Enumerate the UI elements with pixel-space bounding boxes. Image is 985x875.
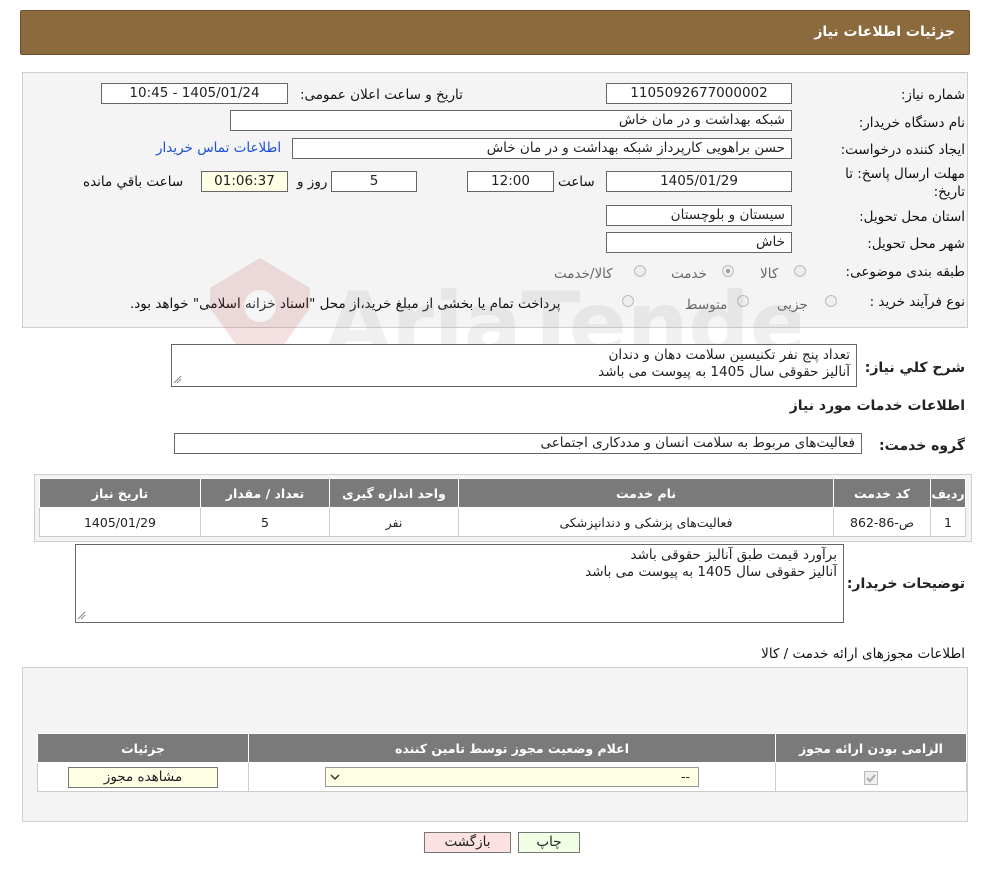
- deadline-time-label: ساعت: [558, 174, 595, 190]
- page-title: جزئیات اطلاعات نیاز: [814, 24, 955, 40]
- cell-date: 1405/01/29: [39, 507, 201, 537]
- cell-row: 1: [930, 507, 966, 537]
- resize-grip-icon[interactable]: [173, 375, 182, 384]
- licenses-table-header: الزامی بودن ارائه مجوز اعلام وضعیت مجوز …: [37, 733, 967, 763]
- city-label: شهر محل تحویل:: [867, 236, 965, 252]
- summary-line-2: آنالیز حقوقی سال 1405 به پیوست می باشد: [598, 364, 850, 380]
- summary-label: شرح کلي نياز:: [864, 360, 965, 376]
- licenses-section-title: اطلاعات مجوزهای ارائه خدمت / کالا: [761, 646, 965, 662]
- col-license-required: الزامی بودن ارائه مجوز: [775, 733, 967, 763]
- city-field: خاش: [606, 232, 792, 253]
- province-label: استان محل تحویل:: [859, 209, 965, 225]
- category-radio-service[interactable]: [722, 265, 734, 277]
- requester-label: ایجاد کننده درخواست:: [840, 142, 965, 158]
- col-row: ردیف: [930, 478, 966, 508]
- service-group-label: گروه خدمت:: [879, 438, 965, 454]
- print-button[interactable]: چاپ: [518, 832, 580, 853]
- need-number-label: شماره نیاز:: [900, 87, 965, 103]
- process-label: نوع فرآیند خرید :: [869, 294, 965, 310]
- buyer-org-field: شبکه بهداشت و در مان خاش: [230, 110, 792, 131]
- announce-date-label: تاریخ و ساعت اعلان عمومی:: [300, 87, 463, 103]
- buyer-org-label: نام دستگاه خریدار:: [858, 115, 965, 131]
- services-table: ردیف کد خدمت نام خدمت واحد اندازه گیری ت…: [39, 478, 966, 537]
- page-header: جزئیات اطلاعات نیاز: [20, 10, 970, 55]
- province-field: سیستان و بلوچستان: [606, 205, 792, 226]
- cell-license-status: --: [248, 762, 776, 792]
- days-remaining-field: 5: [331, 171, 417, 192]
- need-number-field: 1105092677000002: [606, 83, 792, 104]
- table-row: -- مشاهده مجوز: [37, 762, 967, 792]
- cell-code: ص-86-862: [833, 507, 931, 537]
- buyer-notes-line-2: آنالیز حقوقی سال 1405 به پیوست می باشد: [585, 564, 837, 580]
- category-option-goods-service: کالا/خدمت: [554, 266, 613, 282]
- days-label: روز و: [297, 174, 328, 190]
- col-date: تاریخ نیاز: [39, 478, 201, 508]
- deadline-date-field: 1405/01/29: [606, 171, 792, 192]
- back-button[interactable]: بازگشت: [424, 832, 511, 853]
- remaining-time-field: 01:06:37: [201, 171, 288, 192]
- buyer-contact-link[interactable]: اطلاعات تماس خریدار: [156, 140, 281, 156]
- cell-license-details: مشاهده مجوز: [37, 762, 249, 792]
- category-option-service: خدمت: [671, 266, 707, 282]
- service-group-field: فعالیت‌های مربوط به سلامت انسان و مددکار…: [174, 433, 862, 454]
- licenses-table: الزامی بودن ارائه مجوز اعلام وضعیت مجوز …: [37, 733, 967, 792]
- process-note: پرداخت تمام یا بخشی از مبلغ خرید،از محل …: [130, 296, 561, 312]
- table-row: 1 ص-86-862 فعالیت‌های پزشکی و دندانپزشکی…: [39, 507, 966, 537]
- services-table-header: ردیف کد خدمت نام خدمت واحد اندازه گیری ت…: [39, 478, 966, 508]
- remaining-time-label: ساعت باقي مانده: [83, 174, 184, 190]
- view-license-button[interactable]: مشاهده مجوز: [68, 766, 218, 788]
- cell-name: فعالیت‌های پزشکی و دندانپزشکی: [458, 507, 834, 537]
- col-license-details: جزئیات: [37, 733, 249, 763]
- category-option-goods: کالا: [760, 266, 779, 282]
- announce-date-field: 1405/01/24 - 10:45: [101, 83, 288, 104]
- col-license-status: اعلام وضعیت مجوز توسط تامین کننده: [248, 733, 776, 763]
- category-radio-goods-service[interactable]: [634, 265, 646, 277]
- process-option-minor: جزیی: [777, 297, 808, 313]
- category-label: طبقه بندی موضوعی:: [845, 264, 965, 280]
- cell-unit: نفر: [329, 507, 459, 537]
- buyer-notes-textarea[interactable]: برآورد قیمت طبق آنالیز حقوقی باشد آنالیز…: [75, 544, 844, 623]
- cell-license-required: [775, 762, 967, 792]
- resize-grip-icon[interactable]: [77, 611, 86, 620]
- col-name: نام خدمت: [458, 478, 834, 508]
- buyer-notes-line-1: برآورد قیمت طبق آنالیز حقوقی باشد: [630, 547, 837, 563]
- process-option-medium: متوسط: [685, 297, 728, 313]
- deadline-time-field: 12:00: [467, 171, 554, 192]
- license-status-select[interactable]: --: [325, 767, 699, 787]
- col-qty: تعداد / مقدار: [200, 478, 330, 508]
- summary-line-1: تعداد پنج نفر تکنیسین سلامت دهان و دندان: [608, 347, 850, 363]
- category-radio-goods[interactable]: [794, 265, 806, 277]
- chevron-down-icon: [330, 774, 340, 781]
- buyer-notes-label: توضیحات خریدار:: [846, 576, 965, 592]
- required-checkbox[interactable]: [864, 770, 878, 785]
- deadline-label: مهلت ارسال پاسخ: تا تاریخ:: [845, 166, 965, 200]
- license-status-value: --: [680, 769, 690, 784]
- cell-qty: 5: [200, 507, 330, 537]
- col-code: کد خدمت: [833, 478, 931, 508]
- services-section-title: اطلاعات خدمات مورد نیاز: [789, 398, 965, 414]
- process-radio-treasury[interactable]: [622, 295, 634, 307]
- process-radio-medium[interactable]: [737, 295, 749, 307]
- requester-field: حسن براهویی کارپرداز شبکه بهداشت و در ما…: [292, 138, 792, 159]
- summary-textarea[interactable]: تعداد پنج نفر تکنیسین سلامت دهان و دندان…: [171, 344, 857, 387]
- check-icon: [866, 774, 876, 783]
- process-radio-minor[interactable]: [825, 295, 837, 307]
- col-unit: واحد اندازه گیری: [329, 478, 459, 508]
